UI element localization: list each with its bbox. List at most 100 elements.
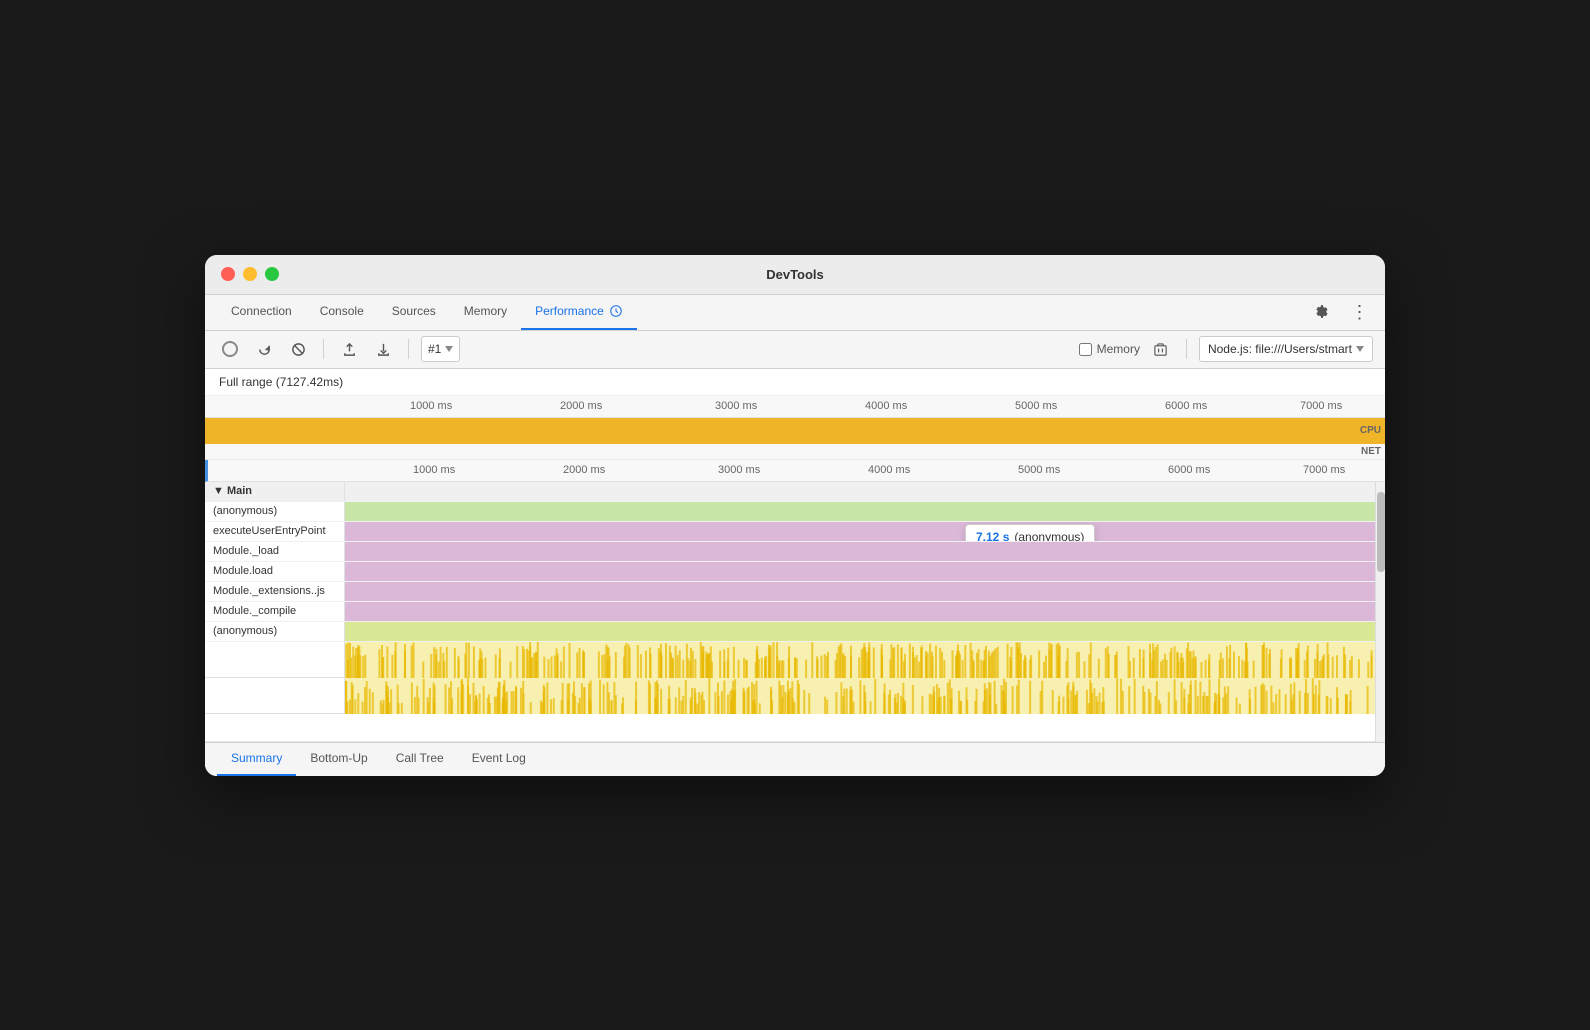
tick-5000: 5000 ms (1015, 400, 1057, 412)
performance-toolbar: #1 Memory Node.js: file:///Users/stmart (205, 331, 1385, 369)
maximize-button[interactable] (265, 267, 279, 281)
module-load-label: Module._load (205, 542, 345, 561)
cpu-label: CPU (1360, 425, 1381, 436)
extensions-bar (345, 582, 1385, 601)
record-button[interactable] (217, 336, 243, 362)
clear-icon (291, 342, 306, 357)
bottom-ruler: 1000 ms 2000 ms 3000 ms 4000 ms 5000 ms … (205, 460, 1385, 482)
memory-checkbox[interactable] (1079, 343, 1092, 356)
performance-icon (609, 304, 623, 318)
memory-checkbox-area: Memory (1079, 342, 1140, 356)
nav-icons: ⋮ (1309, 299, 1373, 325)
net-label: NET (1361, 446, 1381, 457)
close-button[interactable] (221, 267, 235, 281)
anonymous-2-label: (anonymous) (205, 622, 345, 641)
micro-bars-svg-1: (function(){ var svg = document.currentS… (345, 642, 1385, 678)
tab-memory[interactable]: Memory (450, 294, 521, 330)
flame-row-compile[interactable]: Module._compile (205, 602, 1385, 622)
traffic-lights (221, 267, 279, 281)
node-chevron-icon (1356, 346, 1364, 352)
tab-event-log[interactable]: Event Log (458, 742, 540, 776)
divider-1 (323, 339, 324, 359)
main-track-row[interactable]: ▼ Main (205, 482, 1385, 502)
gc-button[interactable] (1148, 336, 1174, 362)
tick2-4000: 4000 ms (868, 464, 910, 476)
main-chart-area (345, 482, 1385, 501)
upload-button[interactable] (336, 336, 362, 362)
tick-6000: 6000 ms (1165, 400, 1207, 412)
tab-performance[interactable]: Performance (521, 294, 637, 330)
tab-connection[interactable]: Connection (217, 294, 306, 330)
tick2-2000: 2000 ms (563, 464, 605, 476)
memory-label: Memory (1097, 342, 1140, 356)
tick-2000: 2000 ms (560, 400, 602, 412)
micro-bars-label-2 (205, 678, 345, 713)
profile-selector[interactable]: #1 (421, 336, 460, 362)
flame-row-anonymous-1[interactable]: (anonymous) (205, 502, 1385, 522)
node-selector[interactable]: Node.js: file:///Users/stmart (1199, 336, 1373, 362)
download-button[interactable] (370, 336, 396, 362)
bottom-tabs: Summary Bottom-Up Call Tree Event Log (205, 742, 1385, 776)
micro-bars-row-2: (function(){ var svg = document.currentS… (205, 678, 1385, 714)
tick-4000: 4000 ms (865, 400, 907, 412)
tab-console[interactable]: Console (306, 294, 378, 330)
settings-button[interactable] (1309, 299, 1335, 325)
cpu-bar: CPU (205, 418, 1385, 444)
net-section: NET (205, 444, 1385, 460)
vertical-scrollbar[interactable] (1375, 482, 1385, 742)
empty-row (205, 714, 1385, 742)
anonymous-1-label: (anonymous) (205, 502, 345, 521)
devtools-window: DevTools Connection Console Sources Memo… (205, 255, 1385, 776)
tick-3000: 3000 ms (715, 400, 757, 412)
micro-bars-1: (function(){ var svg = document.currentS… (345, 642, 1385, 678)
anonymous-2-bar (345, 622, 1385, 641)
reload-record-button[interactable] (251, 336, 277, 362)
tab-summary[interactable]: Summary (217, 742, 296, 776)
window-title: DevTools (766, 267, 824, 282)
gc-icon (1153, 342, 1168, 357)
title-bar: DevTools (205, 255, 1385, 295)
full-range-label: Full range (7127.42ms) (205, 369, 1385, 396)
flame-row-execute[interactable]: executeUserEntryPoint 7.12 s (anonymous) (205, 522, 1385, 542)
tick2-6000: 6000 ms (1168, 464, 1210, 476)
chevron-down-icon (445, 346, 453, 352)
tooltip-label: (anonymous) (1014, 530, 1084, 541)
tick2-7000: 7000 ms (1303, 464, 1345, 476)
module-load2-label: Module.load (205, 562, 345, 581)
flame-row-extensions[interactable]: Module._extensions..js (205, 582, 1385, 602)
net-bar: NET (205, 444, 1385, 460)
execute-bar: 7.12 s (anonymous) (345, 522, 1385, 541)
gear-icon (1314, 304, 1330, 320)
tick2-3000: 3000 ms (718, 464, 760, 476)
execute-label: executeUserEntryPoint (205, 522, 345, 541)
clear-button[interactable] (285, 336, 311, 362)
tick-1000: 1000 ms (410, 400, 452, 412)
upload-icon (342, 342, 357, 357)
scrollbar-thumb[interactable] (1377, 492, 1385, 572)
flame-row-module-load2[interactable]: Module.load (205, 562, 1385, 582)
tick2-5000: 5000 ms (1018, 464, 1060, 476)
tab-bottom-up[interactable]: Bottom-Up (296, 742, 381, 776)
compile-bar (345, 602, 1385, 621)
main-label: ▼ Main (205, 482, 345, 501)
tick2-1000: 1000 ms (413, 464, 455, 476)
anonymous-1-bar (345, 502, 1385, 521)
compile-label: Module._compile (205, 602, 345, 621)
module-load-bar (345, 542, 1385, 561)
more-options-button[interactable]: ⋮ (1347, 299, 1373, 325)
divider-3 (1186, 339, 1187, 359)
reload-icon (257, 342, 272, 357)
micro-bars-svg-2: (function(){ var svg = document.currentS… (345, 678, 1385, 714)
main-content: Full range (7127.42ms) 1000 ms 2000 ms 3… (205, 369, 1385, 776)
tooltip: 7.12 s (anonymous) (965, 524, 1095, 541)
dots-icon: ⋮ (1351, 302, 1370, 323)
micro-bars-row-1: (function(){ var svg = document.currentS… (205, 642, 1385, 678)
flame-row-module-load[interactable]: Module._load (205, 542, 1385, 562)
minimize-button[interactable] (243, 267, 257, 281)
tab-sources[interactable]: Sources (378, 294, 450, 330)
tab-call-tree[interactable]: Call Tree (382, 742, 458, 776)
profile-selector-value: #1 (428, 342, 441, 356)
flame-row-anonymous-2[interactable]: (anonymous) (205, 622, 1385, 642)
tooltip-time: 7.12 s (976, 530, 1009, 541)
cpu-section: CPU (205, 418, 1385, 444)
